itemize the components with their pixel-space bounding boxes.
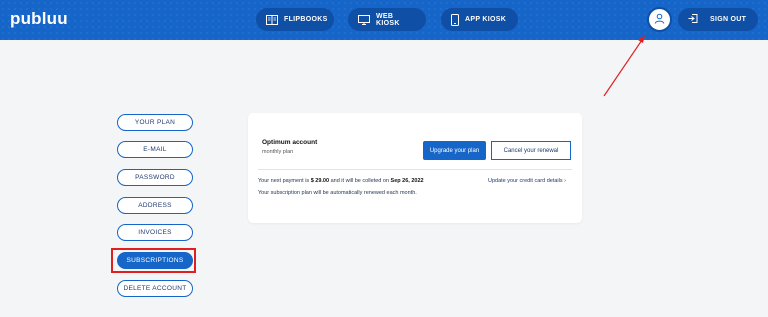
account-button[interactable] (647, 7, 672, 32)
sidebar-item-email[interactable]: E-MAIL (117, 141, 193, 158)
publuu-logo[interactable]: publuu (10, 9, 68, 29)
sign-out-icon (688, 13, 698, 26)
update-credit-card-label: Update your credit card details (488, 178, 563, 184)
chevron-right-icon: › (564, 178, 566, 184)
card-divider (258, 169, 572, 170)
sidebar-item-your-plan[interactable]: YOUR PLAN (117, 114, 193, 131)
sidebar-item-delete-account[interactable]: DELETE ACCOUNT (117, 280, 193, 297)
nav-app-kiosk-button[interactable]: APP KIOSK (441, 8, 518, 31)
sign-out-button[interactable]: SIGN OUT (678, 8, 758, 31)
update-credit-card-link[interactable]: Update your credit card details › (488, 178, 566, 184)
payment-date: Sep 26, 2022 (390, 178, 424, 184)
nav-flipbooks-button[interactable]: FLIPBOOKS (256, 8, 334, 31)
nav-web-kiosk-button[interactable]: WEB KIOSK (348, 8, 426, 31)
top-navigation-bar: publuu FLIPBOOKS WEB KIOSK APP KIOSK SIG… (0, 0, 768, 40)
sidebar-item-address[interactable]: ADDRESS (117, 197, 193, 214)
next-payment-text: Your next payment is $ 29.00 and it will… (258, 178, 424, 184)
subscription-card: Optimum account monthly plan Upgrade you… (248, 113, 582, 223)
nav-app-kiosk-label: APP KIOSK (465, 16, 507, 23)
book-open-icon (266, 14, 278, 25)
user-icon (654, 11, 665, 29)
nav-web-kiosk-label: WEB KIOSK (376, 12, 400, 27)
cancel-renewal-button[interactable]: Cancel your renewal (491, 141, 571, 160)
nav-flipbooks-label: FLIPBOOKS (284, 16, 328, 23)
sidebar-item-invoices[interactable]: INVOICES (117, 224, 193, 241)
monitor-icon (358, 14, 370, 25)
payment-prefix: Your next payment is (258, 178, 310, 184)
sidebar-item-password[interactable]: PASSWORD (117, 169, 193, 186)
payment-middle: and it will be colleted on (330, 178, 389, 184)
upgrade-plan-button[interactable]: Upgrade your plan (423, 141, 486, 160)
plan-period: monthly plan (262, 149, 294, 155)
plan-name: Optimum account (262, 139, 318, 146)
payment-amount: $ 29.00 (310, 178, 330, 184)
renewal-note: Your subscription plan will be automatic… (258, 190, 417, 196)
smartphone-icon (451, 13, 459, 26)
sign-out-label: SIGN OUT (710, 16, 747, 23)
annotation-highlight-box (111, 248, 196, 273)
